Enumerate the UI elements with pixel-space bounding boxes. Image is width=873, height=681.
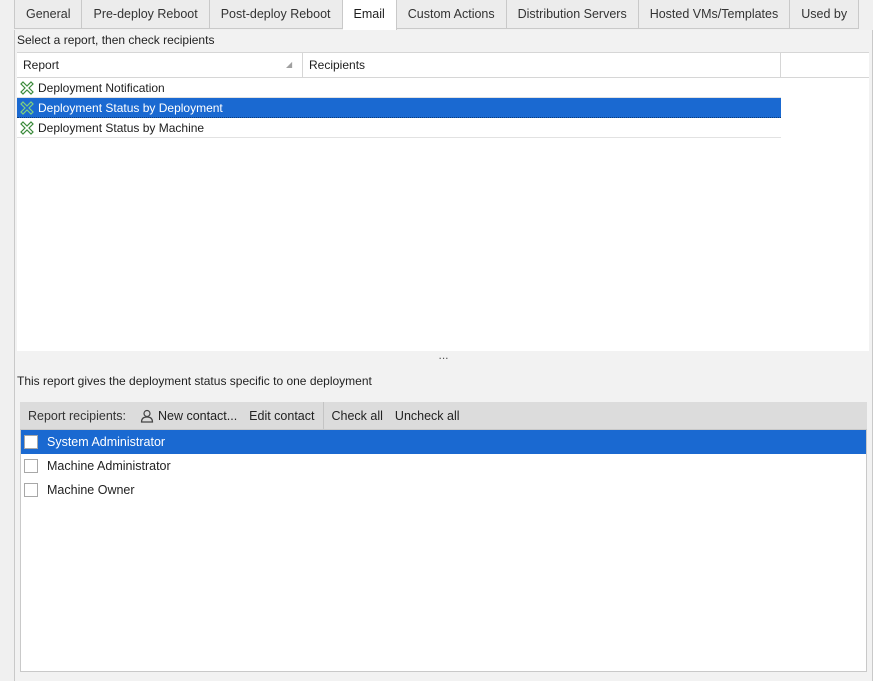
uncheck-all-button[interactable]: Uncheck all (389, 402, 466, 429)
tab-bar: General Pre-deploy Reboot Post-deploy Re… (14, 0, 860, 31)
recipient-checkbox[interactable] (24, 459, 38, 473)
column-header-recipients[interactable]: Recipients (303, 53, 781, 77)
report-name: Deployment Status by Deployment (38, 100, 223, 115)
grid-header: Report ◢ Recipients (17, 53, 869, 78)
report-icon (20, 100, 34, 115)
report-row[interactable]: Deployment Status by Machine (17, 118, 781, 138)
list-item[interactable]: System Administrator (21, 430, 866, 454)
tab-distribution-servers[interactable]: Distribution Servers (506, 0, 639, 29)
sort-icon: ◢ (286, 60, 293, 69)
toolbar-label: Report recipients: (28, 408, 126, 423)
recipient-checkbox[interactable] (24, 435, 38, 449)
person-icon (140, 409, 154, 423)
recipient-name: Machine Administrator (47, 459, 171, 473)
check-all-button[interactable]: Check all (326, 402, 389, 429)
report-icon (20, 120, 34, 135)
email-tab-panel: Select a report, then check recipients R… (14, 30, 873, 681)
report-icon (20, 80, 34, 95)
column-header-label: Report (23, 58, 60, 72)
report-name: Deployment Notification (38, 80, 165, 95)
list-item[interactable]: Machine Owner (21, 478, 866, 502)
new-contact-label: New contact... (157, 408, 238, 423)
recipients-toolbar: Report recipients: New contact... Edit c… (20, 402, 867, 429)
tab-post-deploy-reboot[interactable]: Post-deploy Reboot (209, 0, 343, 29)
instruction-text: Select a report, then check recipients (17, 33, 215, 47)
recipient-checkbox[interactable] (24, 483, 38, 497)
report-row[interactable]: Deployment Status by Deployment (17, 98, 781, 118)
new-contact-button[interactable]: New contact... (134, 402, 243, 429)
tab-pre-deploy-reboot[interactable]: Pre-deploy Reboot (82, 0, 210, 29)
tab-hosted-vms-templates[interactable]: Hosted VMs/Templates (638, 0, 791, 29)
report-row[interactable]: Deployment Notification (17, 78, 781, 98)
recipients-list: System Administrator Machine Administrat… (20, 429, 867, 672)
report-grid: Report ◢ Recipients Deployment Notificat… (17, 52, 869, 351)
tab-custom-actions[interactable]: Custom Actions (396, 0, 507, 29)
report-description: This report gives the deployment status … (17, 374, 372, 388)
edit-contact-button[interactable]: Edit contact (243, 402, 320, 429)
column-header-label: Recipients (309, 58, 366, 72)
recipient-name: System Administrator (47, 435, 166, 449)
recipient-name: Machine Owner (47, 483, 135, 497)
list-item[interactable]: Machine Administrator (21, 454, 866, 478)
panel-splitter[interactable]: ... (15, 349, 872, 364)
tab-email[interactable]: Email (342, 0, 397, 31)
tab-used-by[interactable]: Used by (790, 0, 860, 29)
column-header-report[interactable]: Report ◢ (17, 53, 303, 77)
toolbar-separator (322, 402, 324, 429)
report-name: Deployment Status by Machine (38, 120, 205, 135)
tab-general[interactable]: General (14, 0, 83, 29)
